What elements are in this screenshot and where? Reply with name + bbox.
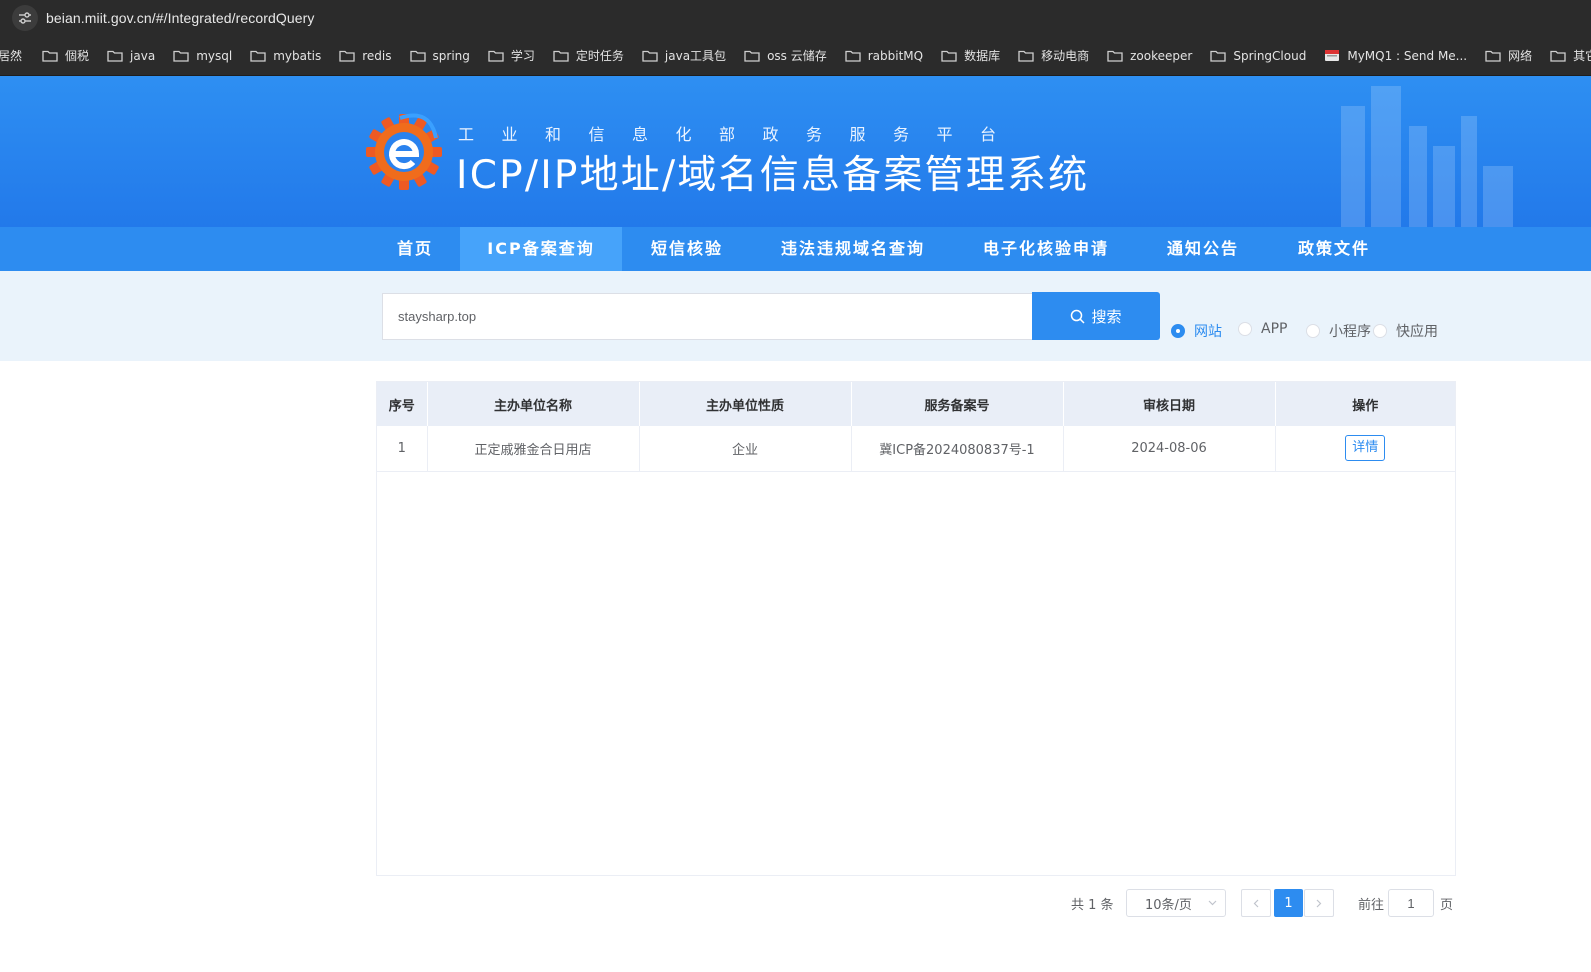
folder-icon [1485,50,1501,62]
bookmark-item[interactable]: zookeeper [1107,49,1192,63]
favicon-icon [1325,50,1340,61]
nav-notices[interactable]: 通知公告 [1146,227,1260,271]
radio-mini-program[interactable]: 小程序 [1306,321,1371,341]
folder-icon [42,50,58,62]
nav-policy-docs[interactable]: 政策文件 [1276,227,1392,271]
folder-icon [107,50,123,62]
chevron-down-icon [1208,900,1217,906]
folder-icon [744,50,760,62]
next-page-button[interactable] [1304,889,1334,917]
cell-record-no: 冀ICP备2024080837号-1 [851,426,1064,472]
table-row: 1 正定戚雅金合日用店 企业 冀ICP备2024080837号-1 2024-0… [377,426,1455,472]
results-table: 序号 主办单位名称 主办单位性质 服务备案号 审核日期 操作 1 正定戚雅金合日… [376,381,1456,876]
folder-icon [1107,50,1123,62]
radio-dot [1306,324,1320,338]
bookmark-item[interactable]: oss 云储存 [744,47,827,64]
nav-sms-verify[interactable]: 短信核验 [622,227,752,271]
search-input[interactable] [382,293,1032,340]
folder-icon [409,50,426,62]
search-area: 搜索 网站 APP 小程序 快应用 [0,271,1591,361]
page-size-select[interactable]: 10条/页 [1126,889,1226,917]
bookmark-item[interactable]: redis [339,49,392,63]
bookmark-item[interactable]: 定时任务 [553,47,624,64]
column-header-index: 序号 [377,382,428,426]
goto-page-input[interactable] [1388,889,1434,917]
bookmark-item[interactable]: 网络 [1485,47,1532,64]
nav-electronic-verify[interactable]: 电子化核验申请 [956,227,1136,271]
prev-page-button[interactable] [1241,889,1271,917]
search-button[interactable]: 搜索 [1032,292,1160,340]
goto-label: 前往 [1358,897,1385,913]
column-header-action: 操作 [1275,382,1455,426]
folder-icon [845,50,861,62]
bookmark-item[interactable]: java [107,49,155,63]
radio-website[interactable]: 网站 [1171,321,1222,341]
radio-dot [1238,322,1252,336]
page-title: ICP/IP地址/域名信息备案管理系统 [456,153,1090,198]
bookmark-item[interactable]: 居然 [0,47,22,64]
bookmark-item[interactable]: 其它工 [1550,47,1591,64]
column-header-record-no: 服务备案号 [851,382,1064,426]
bookmark-item[interactable]: mysql [173,49,232,63]
bookmark-item[interactable]: SpringCloud [1210,49,1306,63]
cell-org-name: 正定戚雅金合日用店 [427,426,640,472]
radio-dot [1171,324,1185,338]
bookmark-item[interactable]: 数据库 [941,47,1000,64]
folder-icon [173,50,189,62]
cell-index: 1 [377,426,428,472]
folder-icon [941,50,957,62]
bookmark-item[interactable]: spring [409,49,470,63]
main-nav: 首页 ICP备案查询 短信核验 违法违规域名查询 电子化核验申请 通知公告 政策… [0,227,1591,271]
radio-dot [1373,324,1387,338]
chevron-left-icon [1253,899,1259,907]
cell-review-date: 2024-08-06 [1063,426,1276,472]
bookmarks-bar: 居然 個税 java mysql mybatis redis spring 学习… [0,36,1591,76]
gear-logo-icon [366,113,442,190]
folder-icon [488,50,504,62]
pagination-total: 共 1 条 [1071,897,1114,913]
folder-icon [250,50,266,62]
bookmark-item[interactable]: rabbitMQ [845,49,923,63]
search-icon [1071,309,1086,324]
bookmark-item[interactable]: 学习 [488,47,535,64]
bookmark-item[interactable]: java工具包 [642,47,726,64]
folder-icon [1018,50,1034,62]
nav-icp-query[interactable]: ICP备案查询 [460,227,622,271]
page-suffix-label: 页 [1440,897,1454,913]
bookmark-item[interactable]: 移动电商 [1018,47,1089,64]
page-size-value: 10条/页 [1145,897,1192,913]
site-settings-icon[interactable] [12,5,38,31]
cell-org-nature: 企业 [639,426,852,472]
radio-app[interactable]: APP [1238,321,1287,337]
nav-home[interactable]: 首页 [372,227,458,271]
detail-button[interactable]: 详情 [1345,435,1386,462]
chevron-right-icon [1316,899,1322,907]
table-header-row: 序号 主办单位名称 主办单位性质 服务备案号 审核日期 操作 [377,382,1455,426]
city-skyline-decoration [1341,86,1513,227]
column-header-review-date: 审核日期 [1063,382,1276,426]
folder-icon [339,50,355,62]
folder-icon [1210,50,1226,62]
url-text[interactable]: beian.miit.gov.cn/#/Integrated/recordQue… [46,10,315,26]
cell-action: 详情 [1275,426,1455,472]
header-banner: 工业和信息化部政务服务平台 ICP/IP地址/域名信息备案管理系统 [0,76,1591,227]
header-subtitle: 工业和信息化部政务服务平台 [458,125,1024,144]
column-header-org-name: 主办单位名称 [427,382,640,426]
radio-quick-app[interactable]: 快应用 [1373,321,1438,341]
search-button-label: 搜索 [1091,308,1122,326]
page-number-current[interactable]: 1 [1274,889,1303,917]
nav-illegal-domain-query[interactable]: 违法违规域名查询 [760,227,946,271]
folder-icon [1550,50,1566,62]
column-header-org-nature: 主办单位性质 [639,382,852,426]
folder-icon [553,50,569,62]
folder-icon [642,50,658,62]
bookmark-item[interactable]: mybatis [250,49,321,63]
browser-url-bar[interactable]: beian.miit.gov.cn/#/Integrated/recordQue… [0,0,1591,36]
bookmark-item[interactable]: MyMQ1 : Send Me... [1324,49,1467,63]
bookmark-item[interactable]: 個税 [42,47,89,64]
